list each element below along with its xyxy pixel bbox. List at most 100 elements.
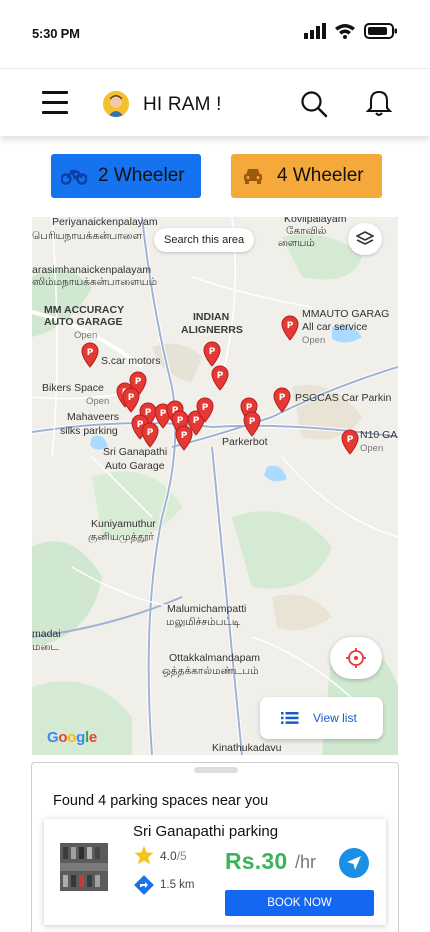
map-label-business: MM ACCURACY bbox=[44, 304, 125, 316]
parking-pin-icon[interactable]: P bbox=[340, 429, 360, 455]
distance-row: 1.5 km bbox=[134, 875, 195, 895]
google-logo: Google bbox=[47, 729, 97, 746]
parking-pin-icon[interactable]: P bbox=[195, 397, 215, 423]
map-layers-button[interactable] bbox=[348, 223, 382, 255]
map-label-place: ளையம் bbox=[278, 237, 315, 249]
map-label-place: ஸிம்மநாயக்கன்பாளையம் bbox=[32, 276, 158, 288]
status-icons bbox=[304, 23, 398, 39]
search-this-area-button[interactable]: Search this area bbox=[154, 228, 255, 252]
battery-icon bbox=[364, 23, 397, 39]
map-label-place: Kovilpalayam bbox=[284, 217, 347, 225]
location-target-icon bbox=[346, 648, 366, 668]
four-wheeler-label: 4 Wheeler bbox=[277, 165, 364, 186]
results-count-text: Found 4 parking spaces near you bbox=[53, 793, 269, 809]
rating-max: /5 bbox=[176, 848, 187, 863]
list-icon bbox=[281, 712, 299, 724]
signal-icon bbox=[304, 23, 326, 39]
svg-text:P: P bbox=[279, 393, 286, 403]
map-label-place: Kuniyamuthur bbox=[91, 518, 156, 530]
hamburger-menu-icon[interactable] bbox=[42, 91, 68, 115]
rating-row: 4.0 /5 bbox=[134, 846, 187, 865]
map-label-place: Ottakkalmandapam bbox=[169, 652, 261, 664]
results-bottom-sheet[interactable]: Found 4 parking spaces near you Sri Gana… bbox=[31, 762, 399, 932]
svg-text:P: P bbox=[217, 371, 224, 381]
map-label-status: Open bbox=[302, 335, 326, 346]
parking-card[interactable]: Sri Ganapathi parking 4.0 /5 1.5 km Rs.3… bbox=[44, 819, 386, 925]
map-view[interactable]: Periyanaickenpalayam பெரியநாயக்கன்பாளை K… bbox=[32, 217, 398, 755]
map-label-place: மடை bbox=[32, 641, 59, 653]
map-label-place: Periyanaickenpalayam bbox=[52, 217, 158, 228]
map-label-business: INDIAN bbox=[193, 311, 230, 323]
two-wheeler-button[interactable]: 2 Wheeler bbox=[51, 154, 201, 198]
greeting-text: HI RAM ! bbox=[143, 94, 222, 115]
view-list-label: View list bbox=[313, 711, 357, 725]
avatar[interactable] bbox=[103, 91, 129, 117]
directions-icon bbox=[134, 875, 154, 895]
map-label-place: madai bbox=[32, 628, 61, 640]
search-icon[interactable] bbox=[300, 90, 328, 118]
map-label-business: MMAUTO GARAG bbox=[302, 308, 390, 320]
parking-pin-icon[interactable]: P bbox=[242, 411, 262, 437]
map-label-status: Open bbox=[360, 443, 384, 454]
status-time: 5:30 PM bbox=[32, 26, 80, 41]
map-label-place: arasimhanaickenpalayam bbox=[32, 264, 152, 276]
two-wheeler-label: 2 Wheeler bbox=[98, 165, 185, 186]
svg-text:P: P bbox=[287, 321, 294, 331]
svg-text:P: P bbox=[87, 348, 94, 358]
status-bar: 5:30 PM bbox=[0, 0, 430, 68]
map-label-business: AUTO GARAGE bbox=[44, 316, 123, 328]
svg-text:P: P bbox=[128, 393, 135, 403]
map-label-business: Auto Garage bbox=[105, 460, 165, 472]
car-icon bbox=[244, 169, 262, 184]
view-list-button[interactable]: View list bbox=[260, 697, 383, 739]
send-navigation-icon bbox=[347, 856, 361, 870]
svg-text:P: P bbox=[209, 347, 216, 357]
map-label-place: குனியமுத்தூர் bbox=[88, 531, 154, 543]
parking-pin-icon[interactable]: P bbox=[272, 387, 292, 413]
svg-text:P: P bbox=[202, 403, 209, 413]
wifi-icon bbox=[335, 24, 355, 39]
price-unit: /hr bbox=[295, 852, 317, 872]
app-header: HI RAM ! bbox=[0, 68, 430, 136]
price-value: Rs.30 bbox=[225, 848, 288, 874]
svg-text:P: P bbox=[249, 417, 256, 427]
svg-text:P: P bbox=[147, 428, 154, 438]
map-label-business: S.car motors bbox=[101, 355, 161, 367]
map-label-place: Kinathukadavu bbox=[212, 742, 282, 754]
parking-thumbnail bbox=[60, 843, 108, 891]
map-label-place: பெரியநாயக்கன்பாளை bbox=[32, 230, 143, 242]
map-label-status: Open bbox=[86, 396, 110, 407]
svg-text:P: P bbox=[347, 435, 354, 445]
map-label-business: N10 GA bbox=[360, 429, 398, 441]
layers-icon bbox=[356, 231, 374, 245]
map-label-place: Malumichampatti bbox=[167, 603, 247, 615]
map-label-business: Mahaveers bbox=[67, 411, 119, 423]
map-label-business: Parkerbot bbox=[222, 436, 268, 448]
map-label-business: Bikers Space bbox=[42, 382, 104, 394]
map-label-business: ALIGNERRS bbox=[181, 324, 243, 336]
parking-pin-icon[interactable]: P bbox=[280, 315, 300, 341]
map-label-business: All car service bbox=[302, 321, 368, 333]
sheet-drag-handle[interactable] bbox=[194, 767, 238, 773]
my-location-button[interactable] bbox=[330, 637, 382, 679]
map-label-business: silks parking bbox=[60, 425, 118, 437]
map-label-place: மலுமிச்சம்பட்டி bbox=[166, 616, 241, 628]
svg-text:P: P bbox=[135, 377, 142, 387]
book-now-button[interactable]: BOOK NOW bbox=[225, 890, 374, 916]
distance-value: 1.5 km bbox=[160, 879, 195, 891]
parking-pin-icon[interactable]: P bbox=[140, 422, 160, 448]
parking-pin-icon[interactable]: P bbox=[80, 342, 100, 368]
map-label-business: Sri Ganapathi bbox=[103, 446, 168, 458]
motorbike-icon bbox=[61, 170, 87, 185]
navigate-button[interactable] bbox=[339, 848, 369, 878]
parking-name: Sri Ganapathi parking bbox=[133, 823, 279, 840]
map-label-place: கோவில் bbox=[286, 225, 327, 237]
parking-pin-icon[interactable]: P bbox=[202, 341, 222, 367]
rating-value: 4.0 bbox=[160, 848, 177, 863]
parking-pin-icon[interactable]: P bbox=[210, 365, 230, 391]
map-label-status: Open bbox=[74, 330, 98, 341]
four-wheeler-button[interactable]: 4 Wheeler bbox=[231, 154, 382, 198]
star-icon bbox=[134, 846, 154, 865]
map-label-place: ஒத்தக்கால்மண்டபம் bbox=[162, 665, 259, 677]
notification-bell-icon[interactable] bbox=[366, 89, 392, 117]
